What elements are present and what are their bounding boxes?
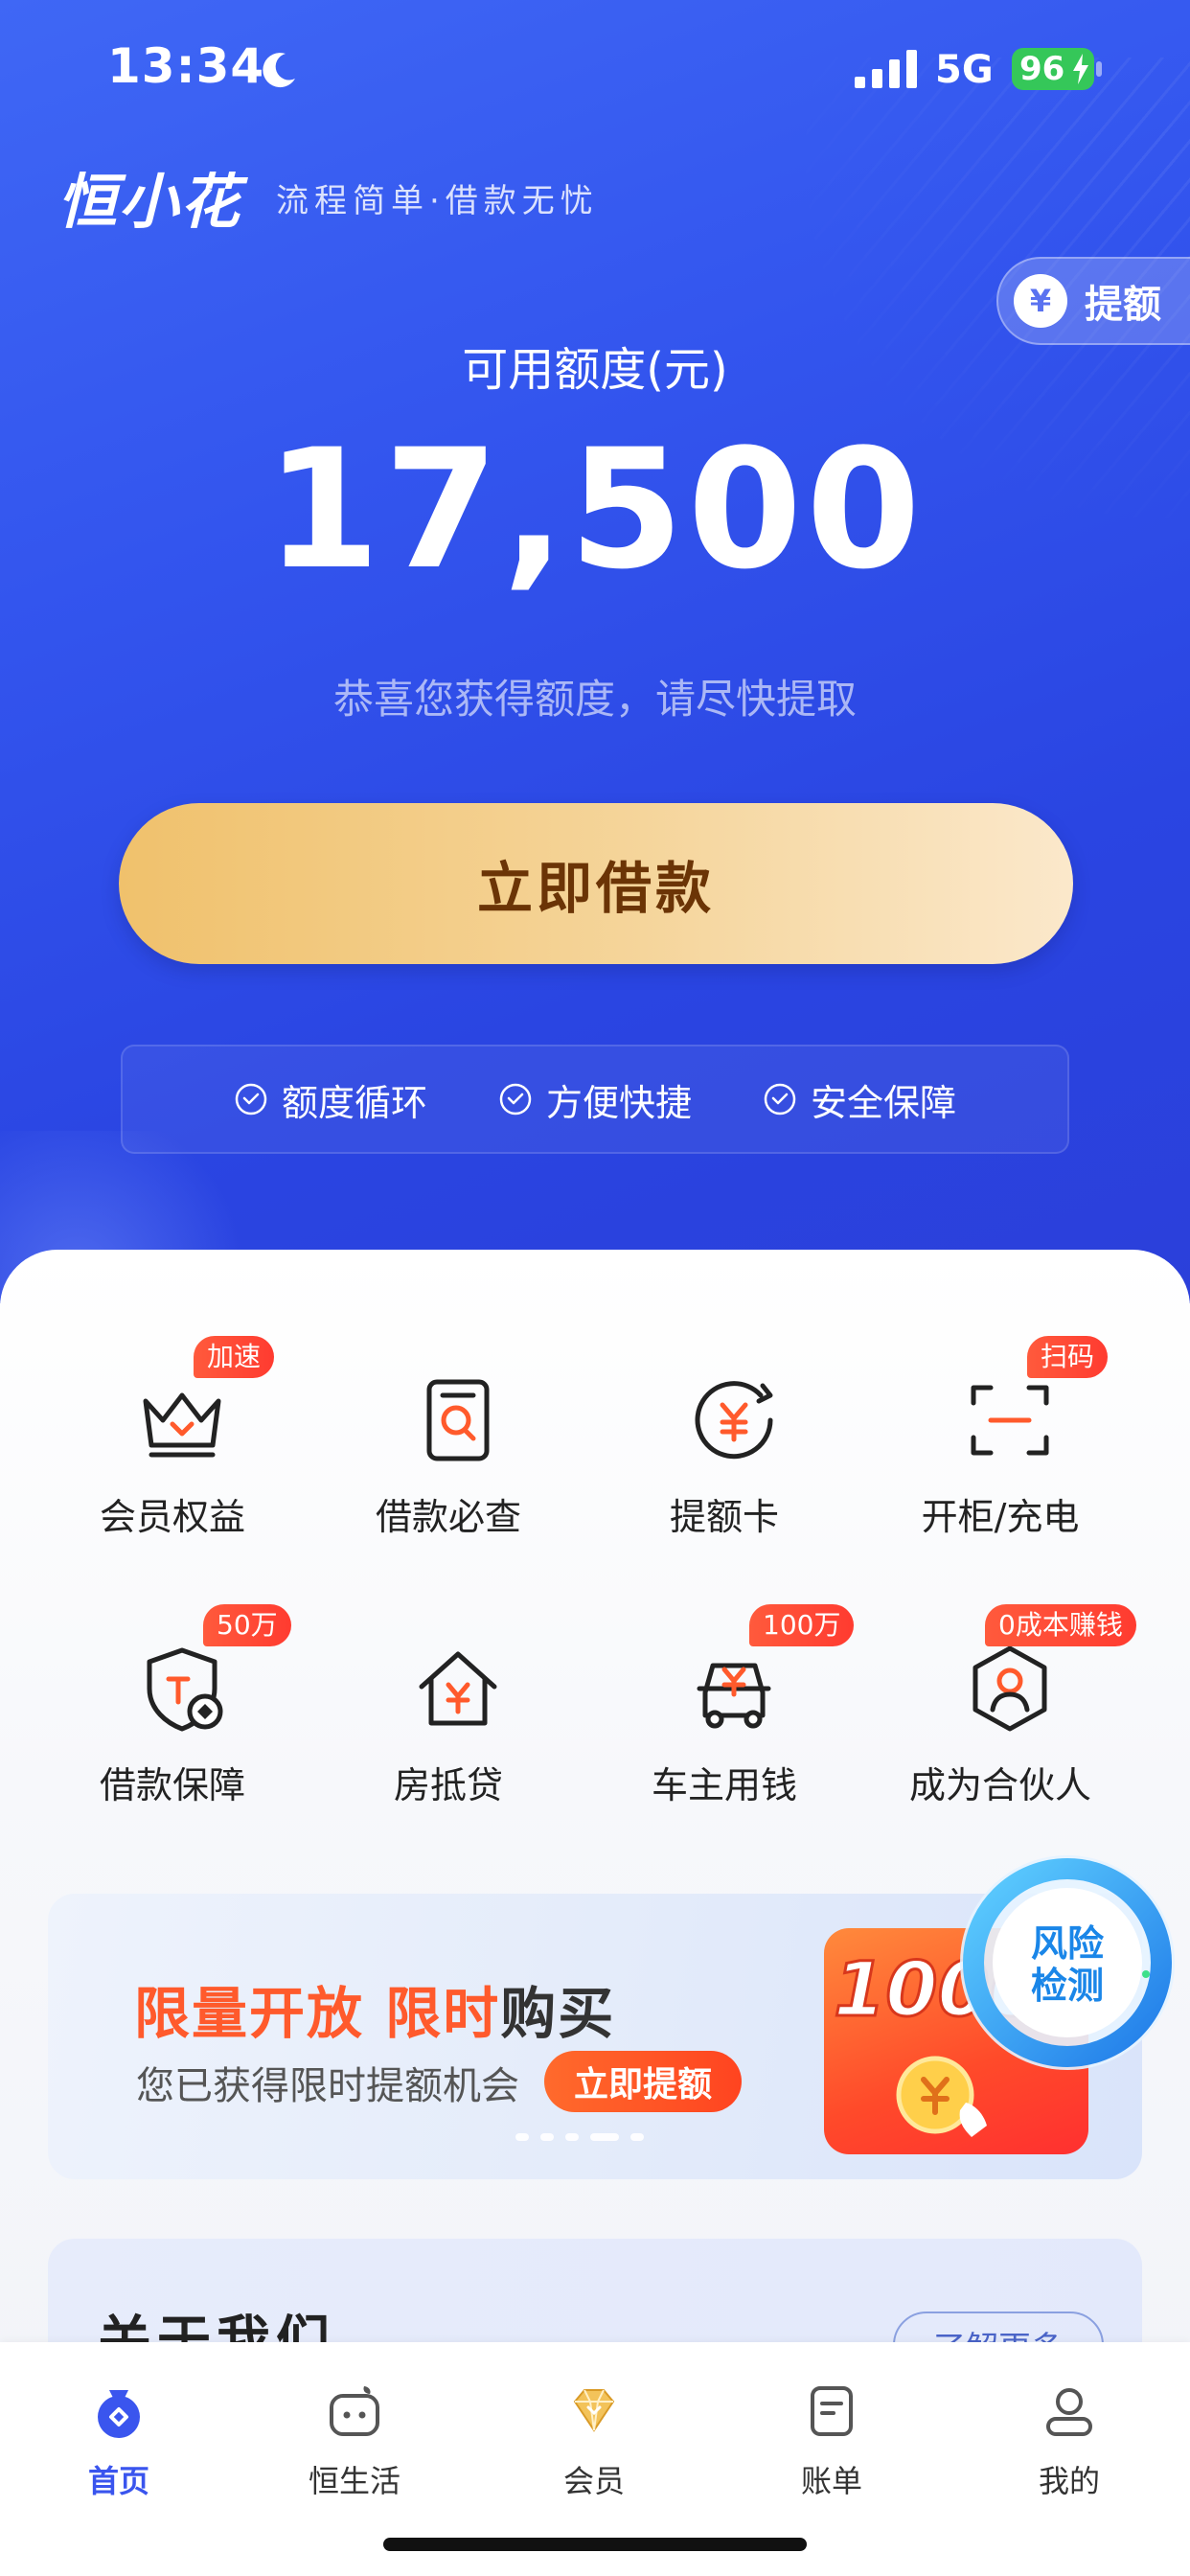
badge-1m: 100万: [749, 1604, 855, 1646]
promo-title-highlight: 限时: [385, 1981, 501, 2046]
document-search-icon: [426, 1379, 490, 1461]
home-bag-icon: [98, 2390, 140, 2438]
quota-amount: 17,500: [265, 413, 925, 606]
yen-card-icon: [695, 1381, 773, 1460]
service-become-partner[interactable]: 0成本赚钱 成为合伙人: [857, 1585, 1144, 1806]
quota-label: 可用额度(元): [462, 343, 728, 397]
service-loan-check[interactable]: 借款必查: [305, 1317, 592, 1538]
tab-label: 恒生活: [308, 2463, 400, 2499]
borrow-now-button[interactable]: 立即借款: [119, 803, 1073, 964]
service-label: 开柜/充电: [921, 1496, 1080, 1538]
carousel-dot: [515, 2133, 529, 2141]
partner-icon: [973, 1645, 1047, 1732]
feature-label: 安全保障: [811, 1081, 957, 1124]
features-bar: 额度循环 方便快捷 安全保障: [121, 1045, 1069, 1154]
tab-profile[interactable]: 我的: [983, 2361, 1156, 2505]
carousel-dots: [515, 2133, 644, 2141]
risk-detect-label: 风险 检测: [952, 1922, 1182, 2007]
brand-logo: 恒小花: [57, 167, 242, 237]
signal-icon: [855, 50, 917, 88]
service-mortgage[interactable]: 房抵贷: [305, 1585, 592, 1806]
feature-item: 安全保障: [763, 1073, 956, 1126]
badge-500k: 50万: [203, 1604, 291, 1646]
service-label: 借款保障: [99, 1764, 245, 1806]
status-time: 13:34: [107, 38, 265, 94]
carousel-dot: [540, 2133, 554, 2141]
promo-title-rest: 购买: [500, 1981, 616, 2046]
badge-scan: 扫码: [1027, 1336, 1109, 1378]
brand-slogan: 流程简单·借款无忧: [276, 182, 599, 220]
carousel-dot: [565, 2133, 579, 2141]
check-circle-icon: [499, 1083, 532, 1116]
service-label: 房抵贷: [393, 1764, 503, 1806]
profile-icon: [1046, 2388, 1092, 2436]
check-circle-icon: [764, 1083, 796, 1116]
service-raise-card[interactable]: 提额卡: [581, 1317, 868, 1538]
service-label: 会员权益: [99, 1496, 245, 1538]
risk-detect-line: 检测: [1030, 1965, 1104, 2007]
crown-icon: [143, 1392, 221, 1458]
carousel-dot: [630, 2133, 644, 2141]
service-label: 成为合伙人: [908, 1764, 1091, 1806]
carousel-dot-active: [590, 2133, 619, 2141]
risk-detect-button[interactable]: 风险 检测: [952, 1848, 1182, 2078]
feature-label: 额度循环: [281, 1081, 427, 1124]
service-loan-protection[interactable]: 50万 借款保障: [29, 1585, 316, 1806]
battery-cap: [1096, 61, 1102, 77]
house-yen-icon: [419, 1651, 497, 1726]
badge-zero-cost: 0成本赚钱: [985, 1604, 1136, 1646]
tab-member[interactable]: 会员: [508, 2361, 680, 2505]
status-bar: 13:34 5G 96: [0, 0, 1190, 134]
yen-icon: ¥: [1014, 274, 1067, 328]
diamond-icon: [573, 2389, 615, 2432]
promo-title-highlight: 限量开放: [134, 1981, 386, 2046]
promo-subtitle: 您已获得限时提额机会: [136, 2064, 519, 2108]
feature-item: 方便快捷: [498, 1073, 692, 1126]
life-icon: [330, 2386, 379, 2436]
tab-bills[interactable]: 账单: [745, 2361, 918, 2505]
shield-icon: [147, 1647, 223, 1732]
check-circle-icon: [235, 1083, 267, 1116]
risk-detect-line: 风险: [1030, 1922, 1104, 1965]
tab-label: 我的: [1038, 2463, 1100, 2499]
car-yen-icon: [697, 1663, 771, 1729]
feature-item: 额度循环: [234, 1073, 427, 1126]
moon-icon: [263, 53, 295, 88]
charging-icon: [1073, 54, 1088, 84]
promo-title: 限量开放 限时购买: [134, 1968, 615, 2049]
tab-label: 账单: [800, 2463, 862, 2499]
service-label: 车主用钱: [651, 1764, 797, 1806]
battery-indicator: 96: [1012, 48, 1094, 90]
hero-section: 13:34 5G 96 恒小花 流程简单·借款无忧 ¥ 提额 可用额度(元) 1…: [0, 0, 1190, 1303]
battery-level: 96: [1019, 50, 1065, 88]
feature-label: 方便快捷: [545, 1081, 692, 1124]
quota-tip: 恭喜您获得额度，请尽快提取: [332, 676, 857, 723]
service-label: 提额卡: [669, 1496, 779, 1538]
home-indicator: [383, 2538, 807, 2551]
service-car-owner-loan[interactable]: 100万 车主用钱: [581, 1585, 868, 1806]
badge-accelerate: 加速: [194, 1336, 275, 1378]
service-label: 借款必查: [375, 1496, 521, 1538]
bill-icon: [811, 2386, 853, 2436]
network-label: 5G: [935, 48, 994, 92]
tab-label: 首页: [87, 2463, 149, 2499]
tab-home[interactable]: 首页: [33, 2361, 205, 2505]
service-member-benefits[interactable]: 加速 会员权益: [29, 1317, 316, 1538]
tab-label: 会员: [562, 2463, 625, 2499]
raise-limit-label: 提额: [1085, 283, 1161, 327]
service-locker-charge[interactable]: 扫码 开柜/充电: [857, 1317, 1144, 1538]
scan-icon: [971, 1385, 1049, 1456]
tab-life[interactable]: 恒生活: [268, 2361, 441, 2505]
raise-now-button[interactable]: 立即提额: [544, 2051, 742, 2112]
